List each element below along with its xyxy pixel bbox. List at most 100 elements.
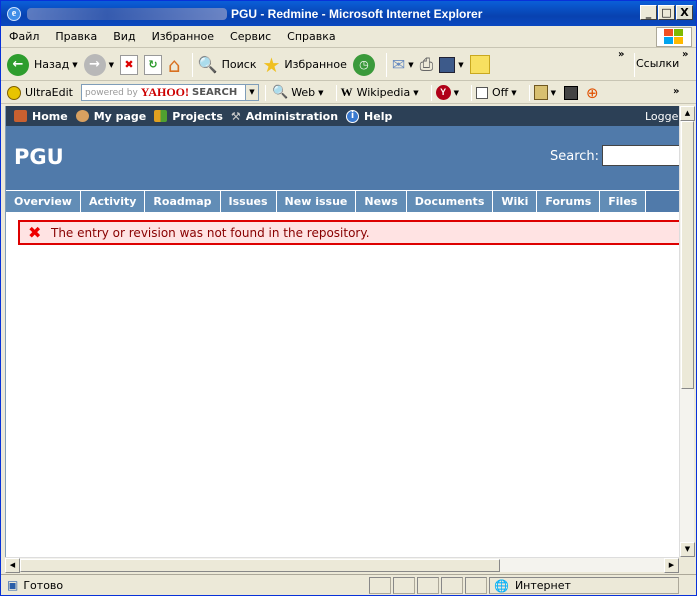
menu-favorites[interactable]: Избранное	[144, 30, 222, 43]
maximize-button[interactable]: □	[658, 5, 675, 20]
zone-label: Интернет	[514, 579, 571, 592]
forward-arrow-icon: →	[83, 53, 106, 76]
chevron-down-icon[interactable]: ▼	[454, 89, 459, 97]
menu-help[interactable]: Справка	[279, 30, 343, 43]
tab-wiki[interactable]: Wiki	[493, 191, 538, 212]
window-title: PGU - Redmine - Microsoft Internet Explo…	[231, 6, 483, 21]
chevron-down-icon[interactable]: ▼	[245, 85, 258, 100]
top-menu-my-page[interactable]: My page	[75, 110, 147, 123]
toolbar-overflow-icon[interactable]: »	[618, 49, 624, 60]
chevron-down-icon[interactable]: ▼	[413, 89, 418, 97]
menu-edit[interactable]: Правка	[47, 30, 105, 43]
tab-documents[interactable]: Documents	[406, 191, 494, 212]
yahoo-powered-text: powered by	[85, 87, 138, 98]
horizontal-scrollbar[interactable]: ◀ ▶	[5, 557, 679, 573]
home-button[interactable]: ⌂	[168, 52, 181, 78]
notes-button[interactable]	[469, 52, 490, 78]
help-link[interactable]: Help	[364, 110, 392, 123]
yahoo-search-input[interactable]: powered by YAHOO! SEARCH ▼	[81, 84, 259, 101]
tab-forums[interactable]: Forums	[537, 191, 601, 212]
print-button[interactable]: ⎙	[420, 52, 434, 78]
back-label: Назад	[34, 58, 70, 71]
chevron-down-icon[interactable]: ▼	[458, 61, 463, 69]
wikipedia-button[interactable]: W Wikipedia ▼	[341, 85, 419, 100]
security-zone: 🌐 Интернет	[489, 577, 679, 594]
project-title: PGU	[14, 145, 64, 169]
minimize-button[interactable]: _	[640, 5, 657, 20]
scroll-right-icon[interactable]: ▶	[664, 558, 679, 573]
search-label: Поиск	[221, 58, 257, 71]
clipboard-button[interactable]: ▼	[533, 85, 556, 100]
tab-activity[interactable]: Activity	[80, 191, 146, 212]
popup-blocker-button[interactable]: Off ▼	[476, 86, 517, 99]
history-button[interactable]: ◷	[352, 52, 375, 78]
vertical-scrollbar[interactable]: ▲ ▼	[679, 106, 695, 557]
search-input[interactable]	[602, 145, 679, 166]
forward-button[interactable]: → ▼	[83, 52, 114, 78]
top-menu-projects[interactable]: Projects	[154, 110, 223, 123]
help-icon: i	[346, 109, 360, 123]
project-tabs: Overview Activity Roadmap Issues New iss…	[6, 190, 679, 212]
tab-issues[interactable]: Issues	[220, 191, 277, 212]
redacted-title-prefix	[27, 7, 227, 20]
close-button[interactable]: X	[676, 5, 693, 20]
mail-button[interactable]: ✉ ▼	[392, 52, 414, 78]
target-button[interactable]: ⊕	[586, 84, 599, 102]
menu-tools[interactable]: Сервис	[222, 30, 279, 43]
tab-news[interactable]: News	[356, 191, 407, 212]
menu-view[interactable]: Вид	[105, 30, 143, 43]
yahoo-icon: Y	[435, 85, 451, 100]
administration-link[interactable]: Administration	[246, 110, 338, 123]
menu-bar: Файл Правка Вид Избранное Сервис Справка	[1, 26, 696, 48]
links-button[interactable]: Ссылки	[636, 57, 679, 70]
status-cell	[417, 577, 439, 594]
search-button[interactable]: 🔍 Поиск	[198, 52, 257, 78]
toolbar-separator	[528, 84, 530, 101]
home-link[interactable]: Home	[32, 110, 68, 123]
my-page-link[interactable]: My page	[94, 110, 147, 123]
menu-file[interactable]: Файл	[1, 30, 47, 43]
edit-button[interactable]: ▼	[439, 52, 464, 78]
tab-roadmap[interactable]: Roadmap	[145, 191, 221, 212]
ultraedit-button[interactable]: UltraEdit	[7, 85, 73, 100]
search-label: Search:	[550, 149, 600, 164]
toolbar-separator	[385, 52, 387, 77]
stop-button[interactable]: ✖	[120, 52, 138, 78]
top-menu-help[interactable]: i Help	[346, 109, 392, 123]
tab-overview[interactable]: Overview	[6, 191, 81, 212]
refresh-button[interactable]: ↻	[144, 52, 162, 78]
chevron-down-icon[interactable]: ▼	[511, 89, 516, 97]
top-menu-administration[interactable]: ⚒ Administration	[231, 110, 338, 123]
projects-link[interactable]: Projects	[172, 110, 223, 123]
tab-new-issue[interactable]: New issue	[276, 191, 357, 212]
status-bar: ▣ Готово 🌐 Интернет	[1, 574, 696, 595]
tab-files[interactable]: Files	[600, 191, 647, 212]
ultraedit-icon	[7, 85, 21, 100]
toolbar-overflow-icon[interactable]: »	[673, 86, 679, 97]
chevron-down-icon[interactable]: ▼	[408, 61, 413, 69]
scroll-down-icon[interactable]: ▼	[680, 542, 695, 557]
projects-icon	[154, 110, 168, 122]
chevron-down-icon[interactable]: ▼	[72, 61, 77, 69]
scroll-left-icon[interactable]: ◀	[5, 558, 20, 573]
web-search-button[interactable]: 🔍 Web ▼	[272, 85, 324, 100]
console-button[interactable]	[564, 85, 579, 100]
back-button[interactable]: ← Назад ▼	[7, 52, 78, 78]
favorites-button[interactable]: ★ Избранное	[262, 52, 346, 78]
globe-icon: 🌐	[494, 578, 509, 593]
scroll-up-icon[interactable]: ▲	[680, 106, 695, 121]
note-icon	[469, 55, 490, 74]
links-overflow-icon[interactable]: »	[682, 49, 688, 60]
web-label: Web	[291, 86, 316, 99]
history-icon: ◷	[352, 53, 375, 76]
vertical-scroll-thumb[interactable]	[681, 121, 694, 389]
chevron-down-icon[interactable]: ▼	[109, 61, 114, 69]
standard-toolbar: ← Назад ▼ → ▼ ✖ ↻ ⌂ 🔍 Поиск ★ Избранное …	[1, 49, 696, 81]
toolbar-separator	[634, 53, 635, 77]
yahoo-button[interactable]: Y ▼	[435, 85, 459, 100]
chevron-down-icon[interactable]: ▼	[318, 89, 323, 97]
chevron-down-icon[interactable]: ▼	[551, 89, 556, 97]
browser-window: e PGU - Redmine - Microsoft Internet Exp…	[0, 0, 697, 596]
horizontal-scroll-thumb[interactable]	[20, 559, 500, 572]
top-menu-home[interactable]: Home	[14, 110, 68, 123]
